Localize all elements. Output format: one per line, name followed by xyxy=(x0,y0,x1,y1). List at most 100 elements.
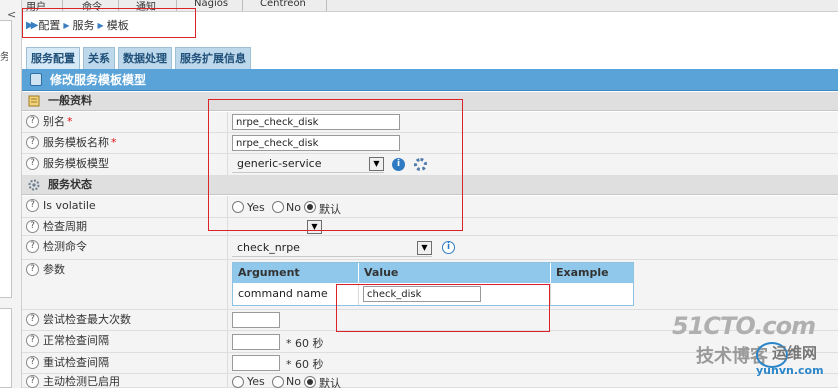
active-no-radio[interactable] xyxy=(272,376,284,388)
form-title: 修改服务模板模型 xyxy=(50,73,147,87)
is-volatile-label: Is volatile xyxy=(43,199,96,212)
template-name-label-cell: ? 服务模板名称 * xyxy=(22,133,228,153)
help-icon[interactable]: ? xyxy=(26,157,39,170)
info-icon[interactable]: i xyxy=(392,158,405,171)
check-period-label-cell: ? 检查周期 xyxy=(22,218,228,235)
volatile-no-radio[interactable] xyxy=(272,201,284,213)
check-period-select[interactable]: ▼ xyxy=(232,218,322,235)
breadcrumb-item-services[interactable]: 服务 xyxy=(73,17,95,33)
active-yes-radio[interactable] xyxy=(232,376,244,388)
help-icon[interactable]: ? xyxy=(26,375,39,388)
menu-separator xyxy=(326,0,327,11)
section-general-info: 一般资料 xyxy=(22,92,838,111)
arguments-label: 参数 xyxy=(43,263,65,276)
normal-interval-unit: * 60 秒 xyxy=(286,337,324,350)
breadcrumb-item-config[interactable]: 配置 xyxy=(38,17,60,33)
alias-label: 别名 xyxy=(43,115,65,128)
breadcrumb-arrow-icon: ▶ xyxy=(97,20,104,30)
is-volatile-label-cell: ? Is volatile xyxy=(22,196,228,217)
alias-label-cell: ? 别名 * xyxy=(22,112,228,132)
chevron-down-icon[interactable]: ▼ xyxy=(369,157,384,171)
argument-name-cell: command name xyxy=(233,283,359,305)
gear-icon[interactable] xyxy=(414,158,427,171)
tab-extended-info[interactable]: 服务扩展信息 xyxy=(175,47,251,69)
max-attempts-input[interactable] xyxy=(232,312,280,328)
menu-item-commands[interactable]: 命令 xyxy=(82,0,102,11)
normal-interval-label: 正常检查间隔 xyxy=(43,334,109,347)
required-mark: * xyxy=(67,115,73,128)
help-icon[interactable]: ? xyxy=(26,263,39,276)
active-yes-label: Yes xyxy=(247,375,265,388)
check-period-label: 检查周期 xyxy=(43,220,87,233)
menu-separator xyxy=(118,0,119,11)
gear-section-icon xyxy=(28,179,40,191)
arguments-header-value: Value xyxy=(359,263,551,283)
chevron-down-icon[interactable]: ▼ xyxy=(307,220,322,234)
volatile-default-label: 默认 xyxy=(319,203,341,216)
section-general-label: 一般资料 xyxy=(48,94,92,107)
row-check-command: ? 检测命令 check_nrpe ▼ i xyxy=(22,236,838,260)
arguments-table: Argument Value Example command name xyxy=(232,262,634,306)
required-mark: * xyxy=(111,136,117,149)
retry-interval-label: 重试检查间隔 xyxy=(43,356,109,369)
retry-interval-input[interactable] xyxy=(232,355,280,371)
menu-item-users[interactable]: 用户 xyxy=(26,0,46,11)
watermark-line3: 运维网 xyxy=(772,344,818,362)
row-check-period: ? 检查周期 ▼ xyxy=(22,218,838,236)
breadcrumb-item-templates[interactable]: 模板 xyxy=(107,17,129,33)
watermark-logo: 51CTO.com 技术博客 运维网 yunvn.com xyxy=(668,312,838,388)
tab-data-processing[interactable]: 数据处理 xyxy=(118,47,172,69)
check-command-value: check_nrpe xyxy=(237,241,300,254)
template-model-label: 服务模板模型 xyxy=(43,157,109,170)
active-no-label: No xyxy=(286,375,301,388)
active-checks-label-cell: ? 主动检测已启用 xyxy=(22,374,228,388)
menu-item-nagios[interactable]: Nagios xyxy=(194,0,228,9)
tab-service-config[interactable]: 服务配置 xyxy=(26,47,80,69)
alias-input[interactable] xyxy=(232,114,400,130)
watermark-line4: yunvn.com xyxy=(756,364,824,377)
volatile-default-radio[interactable] xyxy=(304,201,316,213)
chevron-down-icon[interactable]: ▼ xyxy=(417,241,432,255)
row-template-model: ? 服务模板模型 generic-service ▼ i xyxy=(22,154,838,176)
template-model-select[interactable]: generic-service ▼ xyxy=(232,156,384,173)
argument-example-cell xyxy=(551,283,633,305)
breadcrumb: ▶▶ 配置 ▶ 服务 ▶ 模板 xyxy=(26,15,129,35)
notebook-icon xyxy=(28,95,40,107)
volatile-yes-label: Yes xyxy=(247,201,265,214)
check-command-select[interactable]: check_nrpe ▼ xyxy=(232,240,432,257)
normal-interval-label-cell: ? 正常检查间隔 xyxy=(22,331,228,352)
active-default-radio[interactable] xyxy=(304,376,316,388)
normal-interval-input[interactable] xyxy=(232,334,280,350)
volatile-yes-radio[interactable] xyxy=(232,201,244,213)
menu-separator xyxy=(242,0,243,11)
template-name-input[interactable] xyxy=(232,135,400,151)
breadcrumb-home-icon: ▶▶ xyxy=(26,19,39,31)
menu-item-centreon[interactable]: Centreon xyxy=(260,0,306,9)
help-icon[interactable]: ? xyxy=(26,115,39,128)
info-icon[interactable]: i xyxy=(442,241,455,254)
breadcrumb-arrow-icon: ▶ xyxy=(63,20,70,30)
active-default-label: 默认 xyxy=(319,377,341,388)
row-is-volatile: ? Is volatile Yes No 默认 xyxy=(22,196,838,218)
max-attempts-label: 尝试检查最大次数 xyxy=(43,313,131,326)
retry-interval-unit: * 60 秒 xyxy=(286,358,324,371)
help-icon[interactable]: ? xyxy=(26,240,39,253)
help-icon[interactable]: ? xyxy=(26,356,39,369)
arguments-header-argument: Argument xyxy=(233,263,359,283)
argument-value-input[interactable] xyxy=(363,286,481,302)
left-panel-frame-lower xyxy=(0,308,12,388)
menu-item-notifications[interactable]: 通知 xyxy=(136,0,156,11)
max-attempts-label-cell: ? 尝试检查最大次数 xyxy=(22,310,228,330)
template-icon xyxy=(30,73,42,86)
active-checks-label: 主动检测已启用 xyxy=(43,375,120,388)
tab-bar: 服务配置 关系 数据处理 服务扩展信息 xyxy=(26,47,254,69)
check-command-label: 检测命令 xyxy=(43,240,87,253)
help-icon[interactable]: ? xyxy=(26,313,39,326)
help-icon[interactable]: ? xyxy=(26,220,39,233)
form-title-bar: 修改服务模板模型 xyxy=(22,69,838,91)
help-icon[interactable]: ? xyxy=(26,334,39,347)
help-icon[interactable]: ? xyxy=(26,136,39,149)
section-status-label: 服务状态 xyxy=(48,178,92,191)
tab-relations[interactable]: 关系 xyxy=(83,47,115,69)
help-icon[interactable]: ? xyxy=(26,199,39,212)
